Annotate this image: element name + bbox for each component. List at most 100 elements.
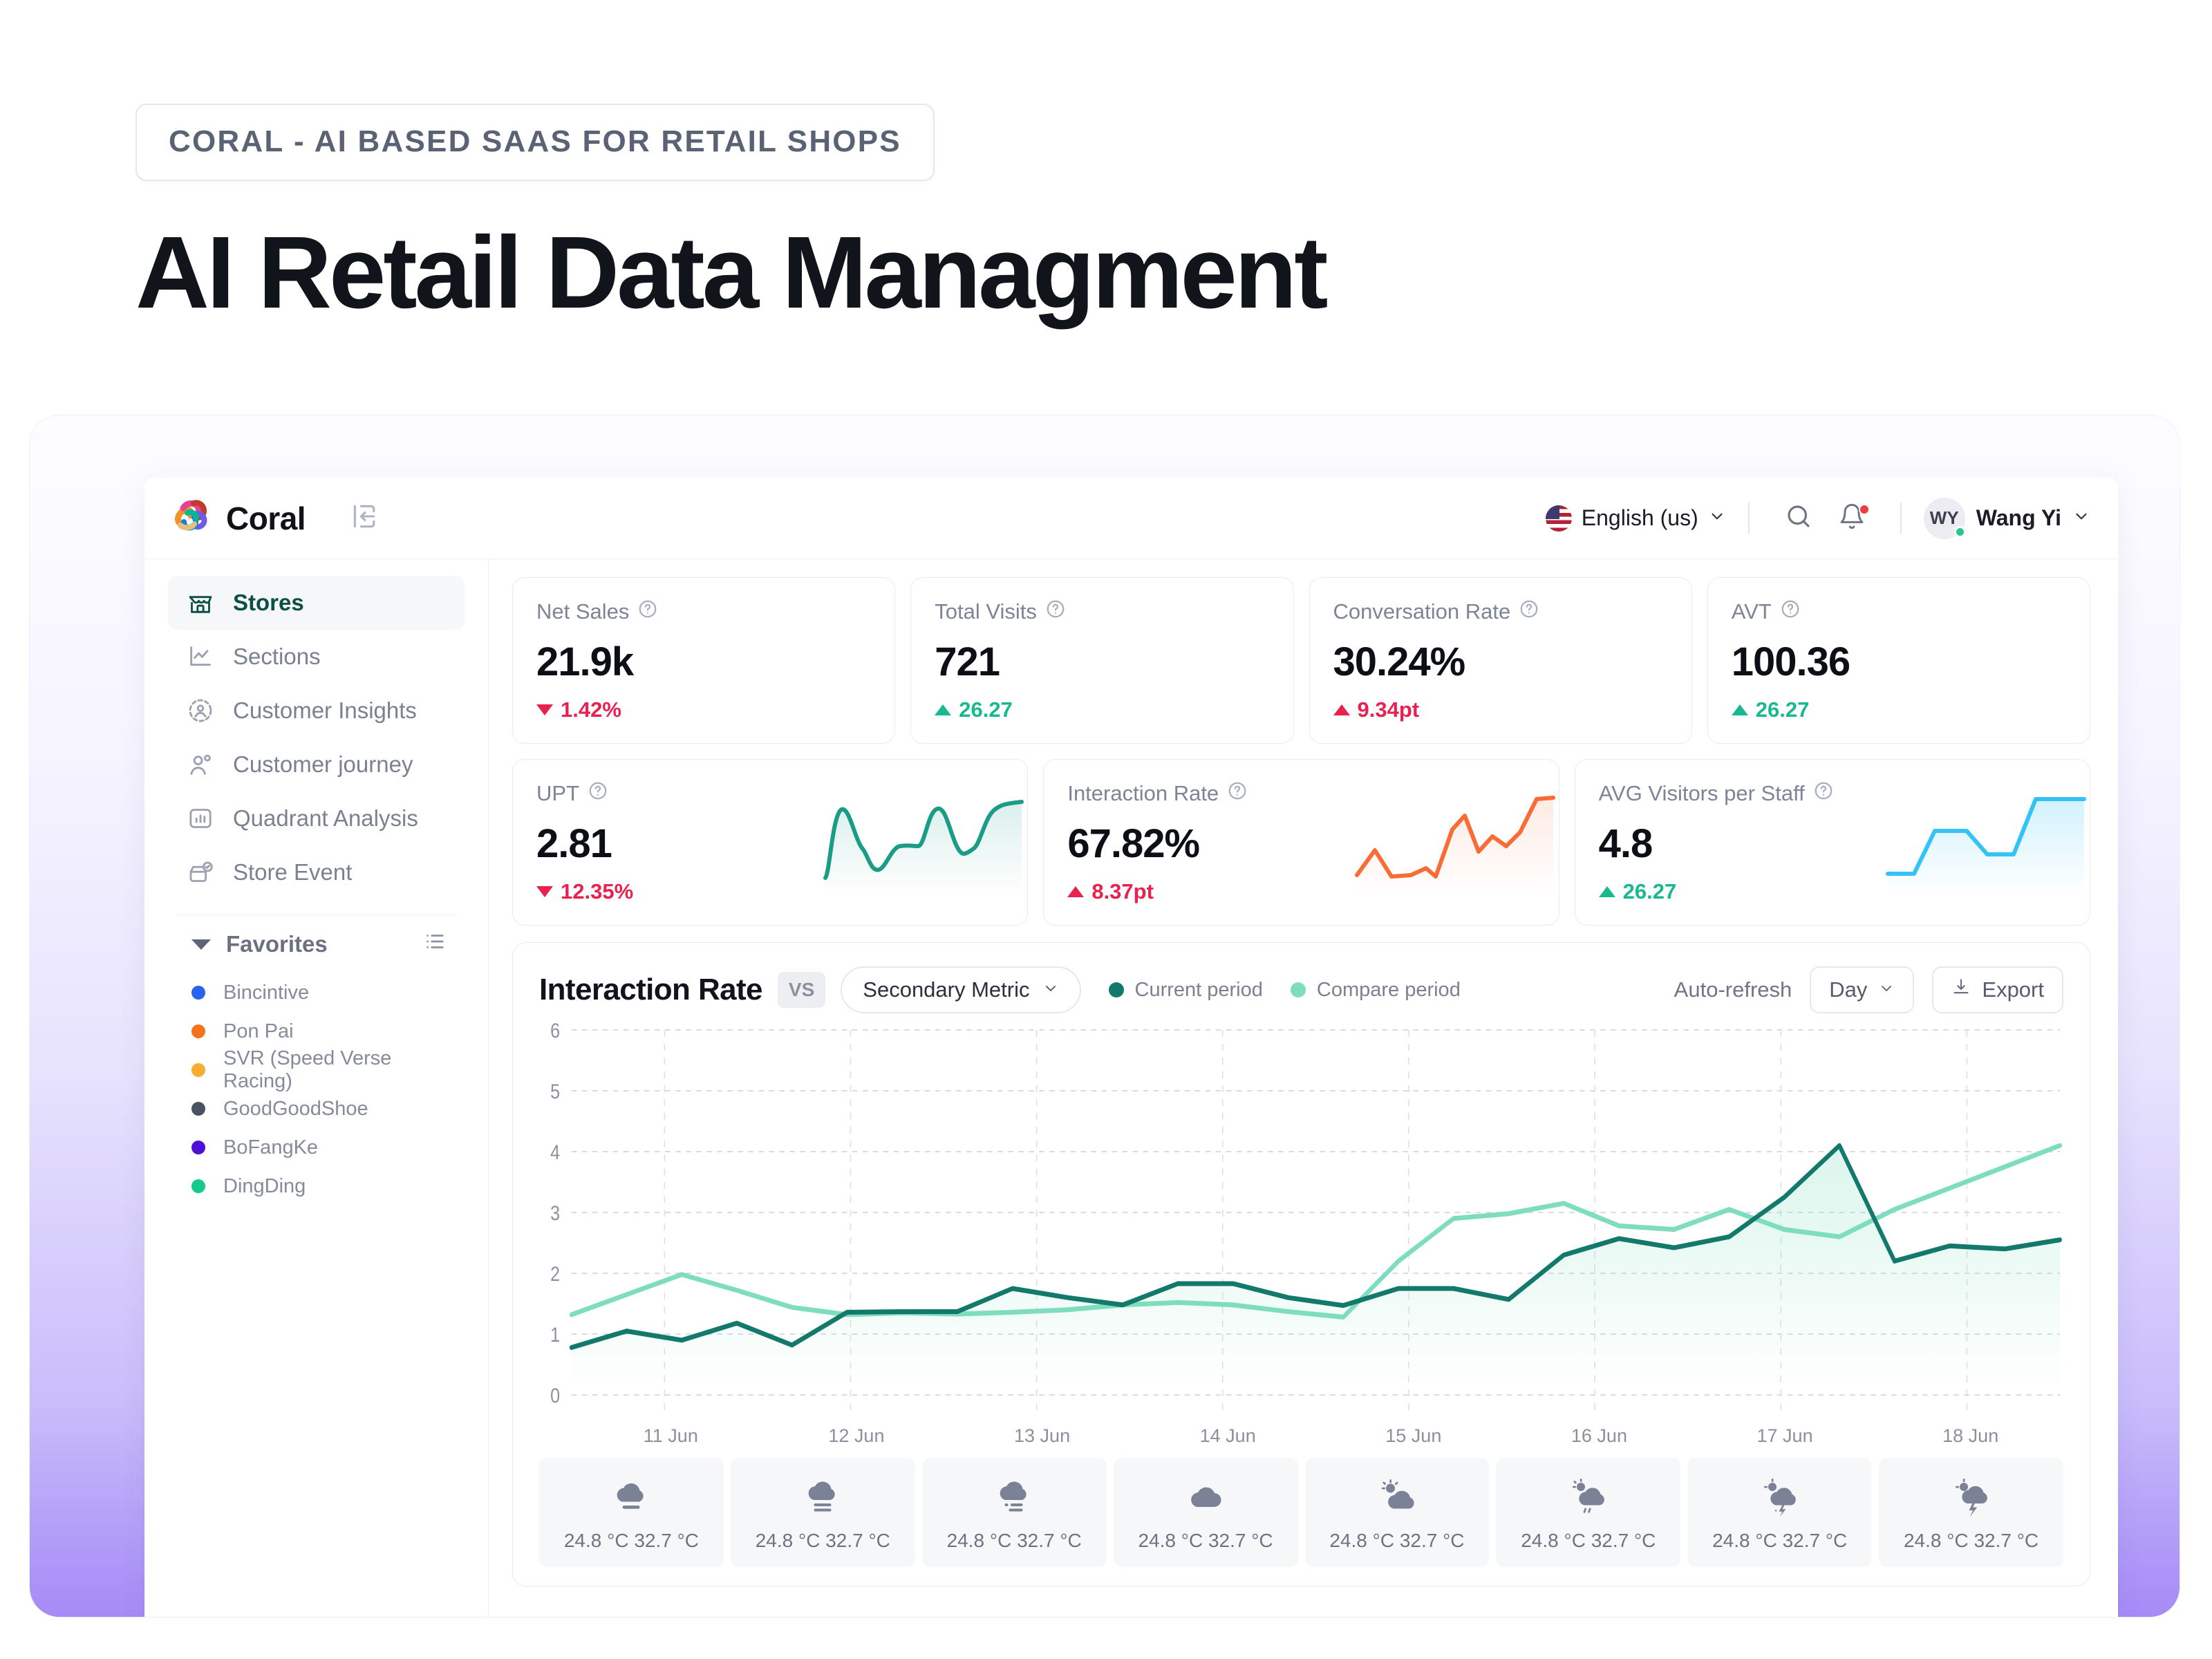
list-item[interactable]: Pon Pai bbox=[168, 1012, 465, 1051]
kpi-label-text: Total Visits bbox=[935, 599, 1037, 624]
kpi-delta: 26.27 bbox=[935, 697, 1269, 722]
export-label: Export bbox=[1982, 977, 2044, 1002]
sidebar-item-label: Customer journey bbox=[233, 751, 413, 777]
notifications-button[interactable] bbox=[1826, 503, 1878, 534]
chart-plot-area[interactable]: 0 1 2 3 4 5 6 bbox=[539, 1019, 2063, 1424]
help-icon[interactable] bbox=[1045, 599, 1066, 625]
language-selector[interactable]: English (us) bbox=[1545, 505, 1726, 532]
favorites-header[interactable]: Favorites bbox=[168, 915, 465, 973]
legend-label: Compare period bbox=[1316, 978, 1461, 1001]
sidebar-item-customer-insights[interactable]: Customer Insights bbox=[168, 684, 465, 738]
weather-temps: 24.8 °C 32.7 °C bbox=[1138, 1530, 1273, 1551]
favorite-label: SVR (Speed Verse Racing) bbox=[223, 1047, 392, 1092]
legend-compare-period[interactable]: Compare period bbox=[1290, 978, 1461, 1002]
color-dot-icon bbox=[191, 1024, 205, 1038]
kpi-card-avt[interactable]: AVT 100.36 26.27 bbox=[1707, 577, 2090, 744]
granularity-select[interactable]: Day bbox=[1810, 966, 1915, 1013]
avatar: WY bbox=[1923, 497, 1966, 539]
kpi-label-text: UPT bbox=[536, 781, 579, 805]
color-dot-icon bbox=[191, 986, 205, 1000]
kpi-label: AVG Visitors per Staff bbox=[1599, 780, 1834, 807]
kpi-value: 30.24% bbox=[1333, 639, 1466, 684]
search-button[interactable] bbox=[1772, 502, 1826, 534]
bar-chart-icon bbox=[186, 804, 215, 833]
collapse-sidebar-button[interactable] bbox=[350, 501, 380, 535]
granularity-label: Day bbox=[1829, 977, 1868, 1002]
kpi-delta-text: 1.42% bbox=[561, 697, 621, 722]
kpi-delta-text: 26.27 bbox=[959, 697, 1013, 722]
sidebar-item-sections[interactable]: Sections bbox=[168, 630, 465, 684]
chevron-down-icon bbox=[1878, 977, 1895, 1002]
series-area bbox=[571, 1145, 2060, 1395]
help-icon[interactable] bbox=[1227, 780, 1248, 807]
favorite-label: DingDing bbox=[223, 1174, 306, 1197]
x-tick-label: 15 Jun bbox=[1385, 1425, 1442, 1446]
weather-tile: 24.8 °C 32.7 °C bbox=[539, 1458, 724, 1567]
list-item[interactable]: SVR (Speed Verse Racing) bbox=[168, 1047, 465, 1092]
kpi-label-text: AVT bbox=[1731, 599, 1772, 624]
arrow-up-icon bbox=[1333, 704, 1350, 715]
search-icon bbox=[1784, 502, 1813, 534]
kpi-label: AVT bbox=[1732, 599, 2066, 625]
brand[interactable]: Coral bbox=[174, 499, 306, 537]
legend-current-period[interactable]: Current period bbox=[1108, 979, 1263, 1002]
weather-tile: 24.8 °C 32.7 °C bbox=[1304, 1458, 1490, 1567]
list-icon[interactable] bbox=[423, 930, 447, 959]
help-icon[interactable] bbox=[588, 780, 608, 807]
help-icon[interactable] bbox=[1780, 599, 1801, 625]
chevron-down-icon bbox=[2072, 507, 2090, 529]
auto-refresh-label[interactable]: Auto-refresh bbox=[1674, 977, 1792, 1002]
export-button[interactable]: Export bbox=[1932, 966, 2063, 1013]
notification-badge bbox=[1858, 504, 1870, 515]
sidebar-item-label: Sections bbox=[233, 644, 321, 669]
y-tick-label: 0 bbox=[550, 1384, 560, 1407]
help-icon[interactable] bbox=[1519, 599, 1539, 625]
sidebar: Stores Sections Customer Insights Custom… bbox=[144, 559, 489, 1617]
help-icon[interactable] bbox=[1813, 780, 1834, 807]
kpi-label-text: Conversation Rate bbox=[1333, 599, 1511, 624]
list-item[interactable]: Bincintive bbox=[168, 973, 465, 1012]
x-tick-label: 12 Jun bbox=[828, 1425, 885, 1446]
sidebar-item-store-event[interactable]: Store Event bbox=[168, 845, 465, 899]
x-tick-label: 18 Jun bbox=[1942, 1425, 1999, 1446]
language-label: English (us) bbox=[1581, 505, 1698, 530]
list-item[interactable]: GoodGoodShoe bbox=[168, 1089, 465, 1128]
kpi-label: UPT bbox=[536, 780, 633, 807]
sidebar-item-label: Stores bbox=[233, 590, 304, 615]
list-item[interactable]: BoFangKe bbox=[168, 1128, 465, 1167]
vs-chip: VS bbox=[777, 972, 826, 1008]
list-item[interactable]: DingDing bbox=[168, 1167, 465, 1206]
sun-cloud-icon bbox=[1305, 1473, 1490, 1520]
secondary-metric-label: Secondary Metric bbox=[863, 977, 1030, 1002]
avatar-initials: WY bbox=[1929, 507, 1959, 528]
weather-temps: 24.8 °C 32.7 °C bbox=[1712, 1530, 1848, 1551]
store-icon bbox=[186, 588, 215, 617]
help-icon[interactable] bbox=[637, 599, 658, 625]
app-body: Stores Sections Customer Insights Custom… bbox=[144, 559, 2118, 1617]
favorite-label: BoFangKe bbox=[223, 1136, 319, 1159]
fog-heavy-icon bbox=[731, 1473, 915, 1520]
kpi-card-upt[interactable]: UPT 2.81 12.35% bbox=[512, 759, 1029, 926]
secondary-metric-select[interactable]: Secondary Metric bbox=[841, 966, 1081, 1013]
kpi-label: Interaction Rate bbox=[1067, 780, 1248, 807]
user-menu[interactable]: WY Wang Yi bbox=[1923, 497, 2090, 539]
hero-eyebrow-pill: CORAL - AI BASED SAAS FOR RETAIL SHOPS bbox=[135, 104, 935, 181]
favorites-label: Favorites bbox=[226, 931, 328, 957]
kpi-card-net-sales[interactable]: Net Sales 21.9k 1.42% bbox=[512, 577, 896, 744]
main-content: Net Sales 21.9k 1.42% Total Visits 721 2… bbox=[489, 559, 2118, 1617]
kpi-card-interaction-rate[interactable]: Interaction Rate 67.82% 8.37pt bbox=[1043, 759, 1559, 926]
kpi-card-avg-visitors-per-staff[interactable]: AVG Visitors per Staff 4.8 26.27 bbox=[1574, 759, 2090, 926]
legend-color-dot-icon bbox=[1290, 982, 1306, 997]
sidebar-item-quadrant-analysis[interactable]: Quadrant Analysis bbox=[168, 791, 465, 845]
kpi-card-conversation-rate[interactable]: Conversation Rate 30.24% 9.34pt bbox=[1309, 577, 1692, 744]
kpi-label: Conversation Rate bbox=[1333, 599, 1668, 625]
chart-header: Interaction Rate VS Secondary Metric Cur… bbox=[539, 966, 2063, 1013]
sidebar-item-customer-journey[interactable]: Customer journey bbox=[168, 738, 465, 791]
divider bbox=[1900, 502, 1902, 534]
kpi-delta-text: 8.37pt bbox=[1091, 879, 1154, 903]
arrow-up-icon bbox=[1731, 704, 1748, 715]
favorite-label: GoodGoodShoe bbox=[223, 1097, 368, 1120]
sidebar-item-stores[interactable]: Stores bbox=[168, 576, 465, 630]
kpi-card-total-visits[interactable]: Total Visits 721 26.27 bbox=[910, 577, 1294, 744]
kpi-value: 721 bbox=[935, 639, 1000, 684]
